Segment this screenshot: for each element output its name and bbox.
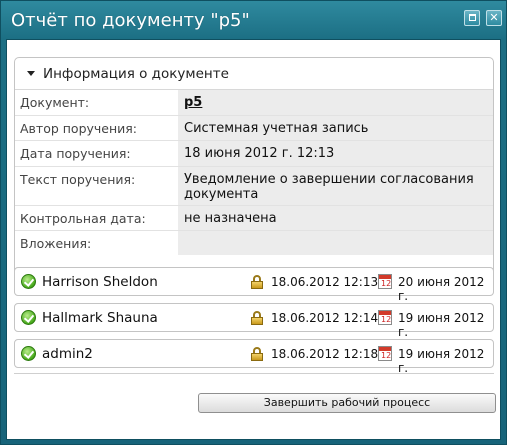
lock-icon [251, 347, 263, 361]
info-row-date: Дата поручения: 18 июня 2012 г. 12:13 [15, 141, 493, 167]
task-due-date: 19 июня 2012 г. [398, 311, 485, 339]
info-value: 18 июня 2012 г. 12:13 [178, 141, 493, 166]
lock-icon [251, 311, 263, 325]
info-row-author: Автор поручения: Системная учетная запис… [15, 116, 493, 141]
calendar-icon: 12 [378, 274, 392, 289]
window-content: Информация о документе Документ: p5 Авто… [6, 39, 501, 440]
document-link[interactable]: p5 [184, 95, 202, 110]
maximize-button[interactable] [464, 10, 480, 26]
info-label: Текст поручения: [20, 172, 136, 187]
document-info-panel: Информация о документе Документ: p5 Авто… [14, 57, 494, 296]
document-info-title: Информация о документе [43, 66, 229, 82]
finish-workflow-button[interactable]: Завершить рабочий процесс [198, 393, 496, 413]
info-row-attachments: Вложения: [15, 231, 493, 255]
info-value: Системная учетная запись [178, 116, 493, 140]
maximize-icon [469, 14, 476, 21]
info-value: p5 [178, 90, 493, 115]
title-bar[interactable]: Отчёт по документу "p5" ✕ [1, 1, 506, 39]
info-row-control-date: Контрольная дата: не назначена [15, 206, 493, 231]
task-datetime: 18.06.2012 12:14 [271, 311, 379, 325]
lock-icon [251, 275, 263, 289]
info-value: Уведомление о завершении согласования до… [178, 167, 493, 205]
info-row-document: Документ: p5 [15, 90, 493, 116]
info-row-text: Текст поручения: Уведомление о завершени… [15, 167, 493, 206]
info-label: Дата поручения: [20, 146, 131, 161]
task-assignee: Hallmark Shauna [42, 310, 158, 326]
task-due-date: 19 июня 2012 г. [398, 347, 485, 375]
check-circle-icon [21, 274, 36, 289]
info-label: Вложения: [20, 236, 92, 251]
info-value [178, 231, 493, 255]
task-row[interactable]: admin2 18.06.2012 12:18 12 19 июня 2012 … [14, 339, 494, 375]
close-button[interactable]: ✕ [486, 10, 502, 26]
divider [14, 373, 494, 374]
document-info-header[interactable]: Информация о документе [15, 58, 493, 90]
task-assignee: Harrison Sheldon [42, 274, 158, 290]
calendar-icon: 12 [378, 310, 392, 325]
window-title: Отчёт по документу "p5" [11, 10, 250, 31]
task-datetime: 18.06.2012 12:13 [271, 275, 379, 289]
task-assignee: admin2 [42, 346, 93, 362]
info-label: Автор поручения: [20, 121, 138, 136]
check-circle-icon [21, 310, 36, 325]
check-circle-icon [21, 346, 36, 361]
task-row[interactable]: Hallmark Shauna 18.06.2012 12:14 12 19 и… [14, 303, 494, 339]
info-label: Контрольная дата: [20, 211, 146, 226]
info-value: не назначена [178, 206, 493, 230]
task-due-date: 20 июня 2012 г. [398, 275, 485, 303]
task-row[interactable]: Harrison Sheldon 18.06.2012 12:13 12 20 … [14, 267, 494, 303]
calendar-icon: 12 [378, 346, 392, 361]
task-datetime: 18.06.2012 12:18 [271, 347, 379, 361]
report-window: Отчёт по документу "p5" ✕ Информация о д… [0, 0, 507, 445]
triangle-down-icon[interactable] [27, 71, 35, 76]
info-label: Документ: [20, 95, 90, 110]
